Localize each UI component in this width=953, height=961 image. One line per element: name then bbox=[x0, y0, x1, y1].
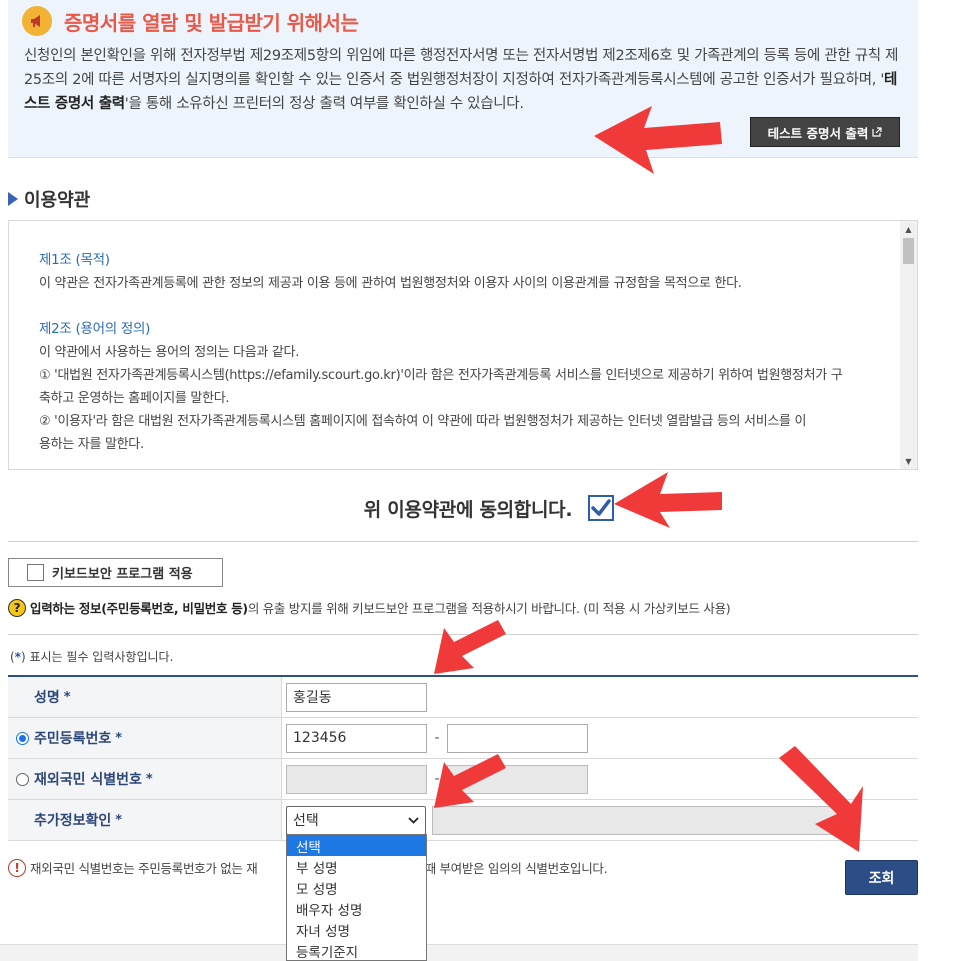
search-button[interactable]: 조회 bbox=[845, 860, 918, 895]
terms-line: 이 약관은 전자가족관계등록에 관한 정보의 제공과 이용 등에 관하여 법원행… bbox=[39, 276, 742, 291]
extra-info-dropdown[interactable]: 선택 부 성명 모 성명 배우자 성명 자녀 성명 등록기준지 bbox=[286, 834, 427, 961]
terms-agree-checkbox[interactable] bbox=[588, 495, 615, 521]
divider bbox=[8, 634, 918, 635]
terms-line: 축하고 운영하는 홈페이지를 말한다. bbox=[39, 391, 230, 406]
foreign-id-back-input bbox=[447, 764, 588, 794]
keyboard-security-toggle[interactable]: 키보드보안 프로그램 적용 bbox=[8, 558, 223, 587]
rrn-back-input[interactable] bbox=[447, 723, 588, 753]
terms-gap bbox=[39, 295, 894, 318]
terms-section-title: 이용약관 bbox=[8, 186, 90, 212]
rrn-front-input[interactable]: 123456 bbox=[286, 723, 427, 753]
dropdown-option[interactable]: 부 성명 bbox=[287, 856, 426, 877]
terms-scroll-box[interactable]: 제1조 (목적) 이 약관은 전자가족관계등록에 관한 정보의 제공과 이용 등에… bbox=[8, 220, 918, 470]
scroll-thumb[interactable] bbox=[903, 238, 914, 264]
dropdown-option[interactable]: 모 성명 bbox=[287, 877, 426, 898]
terms-content: 제1조 (목적) 이 약관은 전자가족관계등록에 관한 정보의 제공과 이용 등에… bbox=[39, 249, 894, 456]
dropdown-option[interactable]: 선택 bbox=[287, 835, 426, 856]
terms-agree-row: 위 이용약관에 동의합니다. bbox=[0, 488, 918, 528]
keyboard-security-note: ? 입력하는 정보(주민등록번호, 비밀번호 등)의 유출 방지를 위해 키보드… bbox=[8, 598, 918, 617]
notice-title: 증명서를 열람 및 발급받기 위해서는 bbox=[64, 11, 359, 35]
form-row-name: 성명 * 홍길동 bbox=[8, 677, 918, 718]
scroll-up-arrow-icon[interactable]: ▲ bbox=[900, 221, 917, 237]
form-row-rrn: 주민등록번호 * 123456 - bbox=[8, 718, 918, 759]
divider bbox=[8, 541, 918, 542]
checkmark-icon bbox=[591, 499, 612, 516]
external-link-icon bbox=[872, 127, 882, 137]
terms-article-title: 제1조 (목적) bbox=[39, 252, 110, 268]
dropdown-option[interactable]: 등록기준지 bbox=[287, 940, 426, 961]
exclamation-icon: ! bbox=[8, 858, 26, 877]
terms-line: ② '이용자'라 함은 대법원 전자가족관계등록시스템 홈페이지에 접속하여 이… bbox=[39, 414, 807, 429]
foreign-id-radio[interactable] bbox=[16, 772, 29, 786]
form-row-extra: 추가정보확인 * 선택 bbox=[8, 800, 918, 841]
scroll-down-arrow-icon[interactable]: ▼ bbox=[900, 453, 917, 469]
notice-body: 신청인의 본인확인을 위해 전자정부법 제29조제5항의 위임에 따른 행정전자… bbox=[24, 48, 899, 112]
keyboard-security-checkbox[interactable] bbox=[27, 564, 44, 581]
extra-info-select[interactable]: 선택 bbox=[286, 805, 426, 835]
chevron-down-icon bbox=[408, 816, 419, 824]
required-note: (*) 표시는 필수 입력사항입니다. bbox=[10, 650, 174, 664]
terms-article-title: 제2조 (용어의 정의) bbox=[39, 321, 151, 337]
question-icon: ? bbox=[8, 598, 26, 617]
form-row-foreign: 재외국민 식별번호 * - bbox=[8, 759, 918, 800]
foreign-id-label[interactable]: 재외국민 식별번호 * bbox=[8, 759, 282, 799]
dropdown-option[interactable]: 배우자 성명 bbox=[287, 898, 426, 919]
extra-info-input bbox=[432, 805, 848, 835]
rrn-radio[interactable] bbox=[16, 731, 29, 745]
terms-line: ① '대법원 전자가족관계등록시스템(https://efamily.scour… bbox=[39, 368, 843, 383]
terms-scrollbar[interactable]: ▲ ▼ bbox=[900, 221, 917, 469]
notice-box: 증명서를 열람 및 발급받기 위해서는 신청인의 본인확인을 위해 전자정부법 … bbox=[8, 0, 918, 158]
name-input[interactable]: 홍길동 bbox=[286, 682, 427, 712]
name-label: 성명 * bbox=[8, 677, 282, 717]
foreign-id-front-input bbox=[286, 764, 427, 794]
bullet-triangle-icon bbox=[8, 192, 18, 206]
terms-agree-label: 위 이용약관에 동의합니다. bbox=[363, 498, 573, 521]
extra-info-label: 추가정보확인 * bbox=[8, 800, 282, 840]
test-certificate-print-button[interactable]: 테스트 증명서 출력 bbox=[750, 117, 900, 147]
terms-line: 용하는 자를 말한다. bbox=[39, 437, 144, 452]
identity-form: 성명 * 홍길동 주민등록번호 * 123456 - 재외국민 식별번호 * - 추가… bbox=[8, 675, 918, 841]
megaphone-icon bbox=[22, 6, 52, 36]
annotation-arrow-icon bbox=[434, 620, 506, 674]
terms-line: 이 약관에서 사용하는 용어의 정의는 다음과 같다. bbox=[39, 345, 300, 360]
dropdown-option[interactable]: 자녀 성명 bbox=[287, 919, 426, 940]
rrn-label[interactable]: 주민등록번호 * bbox=[8, 718, 282, 758]
footer-band bbox=[0, 944, 918, 961]
